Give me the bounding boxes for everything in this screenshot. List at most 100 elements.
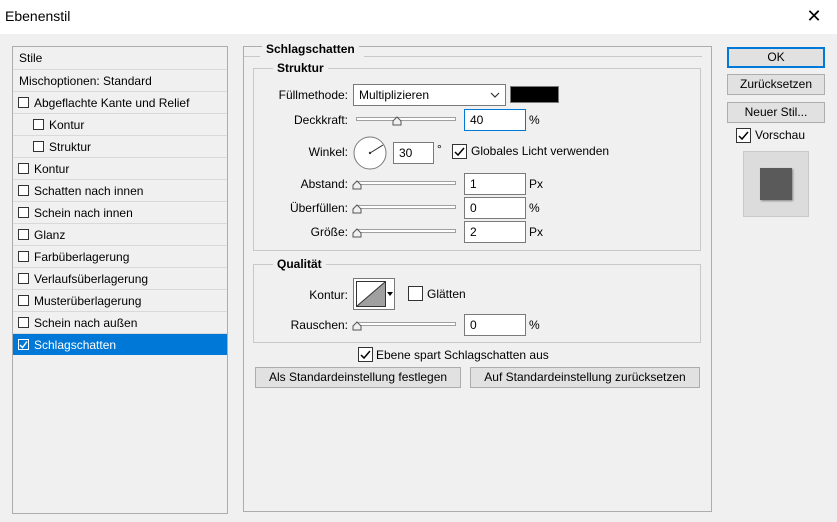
preview-square — [760, 168, 792, 200]
title-bar — [0, 0, 837, 34]
style-item[interactable]: Verlaufsüberlagerung — [13, 267, 227, 289]
style-item[interactable]: Musterüberlagerung — [13, 289, 227, 311]
styles-header-label: Stile — [19, 51, 43, 65]
quality-title: Qualität — [273, 257, 326, 271]
checkmark-icon — [360, 350, 371, 360]
style-item[interactable]: Abgeflachte Kante und Relief — [13, 91, 227, 113]
window-title: Ebenenstil — [5, 8, 71, 24]
preview-label: Vorschau — [755, 128, 806, 142]
antialias-label: Glätten — [427, 287, 466, 301]
style-item-label: Musterüberlagerung — [34, 294, 142, 308]
style-item[interactable]: Kontur — [13, 157, 227, 179]
reset-default-button[interactable]: Auf Standardeinstellung zurücksetzen — [470, 367, 700, 388]
style-checkbox[interactable] — [18, 273, 29, 284]
style-item-label: Abgeflachte Kante und Relief — [34, 96, 190, 110]
blend-mode-value: Multiplizieren — [359, 88, 430, 102]
shadow-color-swatch[interactable] — [510, 86, 559, 103]
angle-input[interactable]: 30 — [393, 142, 434, 164]
distance-slider[interactable] — [356, 181, 456, 185]
style-item[interactable]: Kontur — [13, 113, 227, 135]
style-item-label: Struktur — [49, 140, 92, 154]
size-unit: Px — [529, 225, 544, 239]
opacity-input[interactable]: 40 — [464, 109, 526, 131]
angle-label: Winkel: — [308, 145, 348, 159]
distance-input[interactable]: 1 — [464, 173, 526, 195]
divider — [364, 56, 702, 57]
style-checkbox[interactable] — [18, 185, 29, 196]
structure-title: Struktur — [273, 61, 328, 75]
styles-list: Stile Mischoptionen: Standard Abgeflacht… — [12, 46, 228, 514]
checkmark-icon — [454, 147, 465, 157]
preview-checkbox[interactable] — [736, 128, 751, 143]
distance-unit: Px — [529, 177, 544, 191]
spread-unit: % — [529, 201, 540, 215]
blend-mode-select[interactable]: Multiplizieren — [353, 84, 506, 106]
ok-button[interactable]: OK — [727, 47, 825, 68]
contour-label: Kontur: — [309, 288, 348, 302]
style-item[interactable]: Schein nach innen — [13, 201, 227, 223]
style-item[interactable]: Schlagschatten — [13, 333, 227, 355]
size-slider[interactable] — [356, 229, 456, 233]
noise-input[interactable]: 0 — [464, 314, 526, 336]
opacity-slider[interactable] — [356, 117, 456, 121]
styles-list-header[interactable]: Stile — [13, 47, 227, 69]
contour-curve-icon — [356, 281, 386, 307]
reset-button[interactable]: Zurücksetzen — [727, 74, 825, 95]
size-input[interactable]: 2 — [464, 221, 526, 243]
close-icon[interactable]: ✕ — [804, 6, 824, 26]
style-item[interactable]: Schein nach außen — [13, 311, 227, 333]
style-item-label: Schatten nach innen — [34, 184, 144, 198]
slider-thumb-icon[interactable] — [352, 180, 362, 190]
style-checkbox[interactable] — [18, 339, 29, 350]
style-item-label: Verlaufsüberlagerung — [34, 272, 149, 286]
style-item-label: Glanz — [34, 228, 66, 242]
style-item[interactable]: Farbüberlagerung — [13, 245, 227, 267]
checkmark-icon — [19, 341, 28, 349]
noise-slider[interactable] — [356, 322, 456, 326]
distance-label: Abstand: — [300, 177, 348, 191]
spread-input[interactable]: 0 — [464, 197, 526, 219]
slider-thumb-icon[interactable] — [352, 204, 362, 214]
antialias-checkbox[interactable] — [408, 286, 423, 301]
style-checkbox[interactable] — [18, 317, 29, 328]
global-light-checkbox[interactable] — [452, 144, 467, 159]
slider-thumb-icon[interactable] — [352, 228, 362, 238]
style-item[interactable]: Schatten nach innen — [13, 179, 227, 201]
style-item[interactable]: Struktur — [13, 135, 227, 157]
style-item-label: Kontur — [34, 162, 70, 176]
style-item-label: Schein nach innen — [34, 206, 133, 220]
style-checkbox[interactable] — [33, 141, 44, 152]
blend-mode-label: Füllmethode: — [278, 88, 348, 102]
make-default-button[interactable]: Als Standardeinstellung festlegen — [255, 367, 461, 388]
knockout-checkbox[interactable] — [358, 347, 373, 362]
angle-unit: ° — [437, 142, 442, 156]
blend-options-item[interactable]: Mischoptionen: Standard — [13, 69, 227, 91]
style-item-label: Schlagschatten — [34, 338, 117, 352]
noise-label: Rauschen: — [290, 318, 348, 332]
style-checkbox[interactable] — [18, 207, 29, 218]
style-item-label: Schein nach außen — [34, 316, 138, 330]
style-item[interactable]: Glanz — [13, 223, 227, 245]
opacity-unit: % — [529, 113, 540, 127]
style-checkbox[interactable] — [33, 119, 44, 130]
new-style-button[interactable]: Neuer Stil... — [727, 102, 825, 123]
style-checkbox[interactable] — [18, 229, 29, 240]
style-checkbox[interactable] — [18, 97, 29, 108]
spread-slider[interactable] — [356, 205, 456, 209]
global-light-label: Globales Licht verwenden — [471, 144, 610, 158]
blend-options-label: Mischoptionen: Standard — [19, 74, 152, 88]
preview-thumbnail — [743, 151, 809, 217]
contour-picker[interactable] — [353, 278, 395, 310]
style-checkbox[interactable] — [18, 251, 29, 262]
slider-thumb-icon[interactable] — [392, 116, 402, 126]
divider — [244, 56, 260, 57]
slider-thumb-icon[interactable] — [352, 321, 362, 331]
style-checkbox[interactable] — [18, 163, 29, 174]
angle-dial-icon[interactable] — [352, 135, 388, 171]
size-label: Größe: — [310, 225, 348, 239]
chevron-down-icon — [490, 92, 500, 98]
style-checkbox[interactable] — [18, 295, 29, 306]
spread-label: Überfüllen: — [289, 201, 348, 215]
checkmark-icon — [738, 131, 749, 141]
style-item-label: Kontur — [49, 118, 85, 132]
